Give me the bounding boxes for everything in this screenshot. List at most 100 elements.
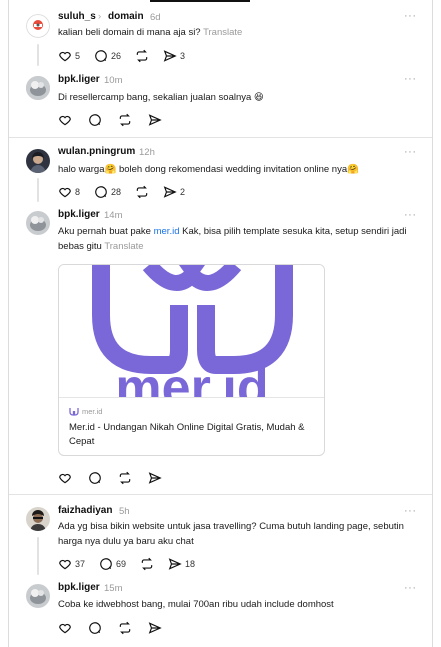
author-name[interactable]: bpk.liger bbox=[58, 209, 100, 220]
merid-logo-text: mer.id bbox=[115, 359, 268, 397]
share-count: 18 bbox=[185, 559, 196, 569]
like-button[interactable]: 5 bbox=[58, 49, 80, 63]
share-button[interactable] bbox=[148, 471, 162, 485]
comment-button[interactable]: 28 bbox=[94, 185, 121, 199]
share-count: 2 bbox=[180, 187, 186, 197]
card-domain-text: mer.id bbox=[82, 407, 103, 416]
merid-favicon-icon bbox=[69, 407, 79, 416]
like-count: 37 bbox=[75, 559, 86, 569]
repost-button[interactable] bbox=[135, 185, 149, 199]
post-body: Coba ke idwebhost bang, mulai 700an ribu… bbox=[58, 599, 334, 610]
repost-button[interactable] bbox=[118, 113, 132, 127]
thread-separator bbox=[9, 494, 432, 495]
like-button[interactable]: 37 bbox=[58, 557, 85, 571]
avatar-bpk.liger[interactable] bbox=[26, 76, 50, 100]
comment-button[interactable] bbox=[88, 113, 102, 127]
repost-button[interactable] bbox=[140, 557, 154, 571]
avatar-faizhadiyan[interactable] bbox=[26, 507, 50, 531]
action-bar bbox=[58, 620, 176, 636]
topic-tag[interactable]: domain bbox=[108, 11, 144, 22]
share-button[interactable] bbox=[148, 113, 162, 127]
comment-icon bbox=[95, 50, 107, 62]
repost-button[interactable] bbox=[118, 471, 132, 485]
author-name[interactable]: suluh_s bbox=[58, 11, 96, 22]
comment-button[interactable]: 26 bbox=[94, 49, 121, 63]
comment-button[interactable] bbox=[88, 621, 102, 635]
comment-icon bbox=[89, 472, 101, 484]
post-time: 10m bbox=[104, 75, 123, 86]
comment-button[interactable] bbox=[88, 471, 102, 485]
more-options-icon[interactable]: ··· bbox=[404, 10, 417, 22]
card-divider bbox=[59, 397, 324, 398]
translate-link[interactable]: Translate bbox=[104, 241, 143, 252]
post-body: halo warga🤗 boleh dong rekomendasi weddi… bbox=[58, 164, 359, 175]
heart-icon bbox=[59, 187, 71, 198]
post-text: kalian beli domain di mana aja si? Trans… bbox=[58, 25, 408, 40]
post-time: 14m bbox=[104, 210, 123, 221]
like-count: 5 bbox=[75, 51, 81, 61]
thread-separator bbox=[9, 137, 432, 138]
link-preview-card[interactable]: mer.id mer.id Mer.id - Undangan Nikah On… bbox=[58, 264, 325, 456]
post-text: Aku pernah buat pake mer.id Kak, bisa pi… bbox=[58, 224, 418, 254]
translate-link[interactable]: Translate bbox=[203, 27, 242, 38]
share-button[interactable]: 2 bbox=[163, 185, 185, 199]
post-time: 6d bbox=[150, 12, 161, 23]
heart-icon bbox=[59, 623, 71, 634]
author-name[interactable]: bpk.liger bbox=[58, 74, 100, 85]
repost-icon bbox=[119, 471, 131, 485]
share-count: 3 bbox=[180, 51, 186, 61]
more-options-icon[interactable]: ··· bbox=[404, 209, 417, 221]
like-button[interactable]: 8 bbox=[58, 185, 80, 199]
repost-button[interactable] bbox=[135, 49, 149, 63]
avatar-wulan.pningrum[interactable] bbox=[26, 149, 50, 173]
avatar-bpk.liger[interactable] bbox=[26, 211, 50, 235]
avatar-bpk.liger[interactable] bbox=[26, 584, 50, 608]
post-time: 12h bbox=[139, 147, 155, 158]
action-bar: 8 28 2 bbox=[58, 184, 199, 200]
share-icon bbox=[148, 622, 162, 634]
link-preview-image: mer.id bbox=[59, 265, 324, 397]
action-bar: 5 26 3 bbox=[58, 48, 199, 64]
comment-icon bbox=[100, 558, 112, 570]
more-options-icon[interactable]: ··· bbox=[404, 505, 417, 517]
repost-icon bbox=[136, 185, 148, 199]
repost-button[interactable] bbox=[118, 621, 132, 635]
comment-icon bbox=[95, 186, 107, 198]
action-bar bbox=[58, 470, 176, 486]
share-button[interactable]: 18 bbox=[168, 557, 195, 571]
thread-connector-line bbox=[37, 44, 39, 66]
author-name[interactable]: wulan.pningrum bbox=[58, 146, 135, 157]
author-name[interactable]: faizhadiyan bbox=[58, 505, 112, 516]
heart-icon bbox=[59, 559, 71, 570]
comment-count: 69 bbox=[116, 559, 127, 569]
share-icon bbox=[148, 114, 162, 126]
thread-connector-line bbox=[37, 537, 39, 575]
repost-icon bbox=[136, 49, 148, 63]
like-button[interactable] bbox=[58, 471, 72, 485]
share-button[interactable] bbox=[148, 621, 162, 635]
like-button[interactable] bbox=[58, 621, 72, 635]
repost-icon bbox=[141, 557, 153, 571]
more-options-icon[interactable]: ··· bbox=[404, 146, 417, 158]
share-icon bbox=[168, 558, 182, 570]
post-time: 5h bbox=[119, 506, 130, 517]
repost-icon bbox=[119, 621, 131, 635]
comment-icon bbox=[89, 114, 101, 126]
chevron-right-icon: › bbox=[98, 11, 102, 22]
more-options-icon[interactable]: ··· bbox=[404, 73, 417, 85]
action-bar: 37 69 18 bbox=[58, 556, 209, 572]
author-name[interactable]: bpk.liger bbox=[58, 582, 100, 593]
post-body: Aku pernah buat pake bbox=[58, 226, 154, 237]
comment-count: 28 bbox=[111, 187, 122, 197]
share-icon bbox=[163, 50, 177, 62]
card-domain: mer.id bbox=[69, 407, 102, 416]
share-button[interactable]: 3 bbox=[163, 49, 185, 63]
action-bar bbox=[58, 112, 176, 128]
avatar-suluh_s[interactable] bbox=[26, 14, 50, 38]
like-button[interactable] bbox=[58, 113, 72, 127]
more-options-icon[interactable]: ··· bbox=[404, 582, 417, 594]
post-body: kalian beli domain di mana aja si? bbox=[58, 27, 201, 38]
mention-link[interactable]: mer.id bbox=[154, 226, 180, 237]
comment-button[interactable]: 69 bbox=[99, 557, 126, 571]
comment-icon bbox=[89, 622, 101, 634]
